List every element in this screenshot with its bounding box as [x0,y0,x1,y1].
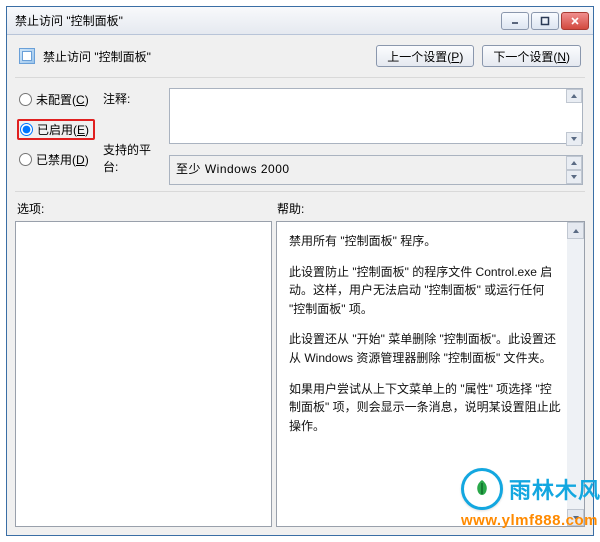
scroll-track[interactable] [567,239,584,509]
settings-section: 未配置(C) 已启用(E) 已禁用(D) 注释: 支持的平台: [15,78,585,192]
minimize-button[interactable] [501,12,529,30]
help-scrollbar[interactable] [567,222,584,526]
policy-editor-window: 禁止访问 "控制面板" 禁止访问 "控制面板" 上一个设置(P) 下一个设置(N… [6,6,594,536]
lower-section: 选项: 帮助: 禁用所有 "控制面板" 程序。 此设置防止 "控制面板" 的程序… [15,192,585,527]
maximize-icon [540,16,550,26]
scroll-up-icon[interactable] [566,89,582,103]
comment-label: 注释: [103,90,161,107]
help-paragraph: 此设置防止 "控制面板" 的程序文件 Control.exe 启动。这样，用户无… [289,263,562,319]
minimize-icon [510,16,520,26]
comment-scrollbar[interactable] [566,89,582,146]
close-button[interactable] [561,12,589,30]
previous-setting-button[interactable]: 上一个设置(P) [376,45,474,67]
radio-enabled[interactable]: 已启用(E) [17,119,95,140]
lower-labels: 选项: 帮助: [15,200,585,221]
help-paragraph: 禁用所有 "控制面板" 程序。 [289,232,562,251]
fields-col: 至少 Windows 2000 [169,88,583,185]
next-setting-button[interactable]: 下一个设置(N) [482,45,581,67]
scroll-down-icon[interactable] [566,132,582,146]
radio-disabled[interactable]: 已禁用(D) [17,150,95,169]
help-panel: 禁用所有 "控制面板" 程序。 此设置防止 "控制面板" 的程序文件 Contr… [276,221,585,527]
comment-wrap [169,88,583,147]
field-labels-col: 注释: 支持的平台: [103,88,161,185]
scroll-up-icon[interactable] [566,156,582,170]
supported-scrollbar[interactable] [566,156,582,184]
window-title: 禁止访问 "控制面板" [15,12,501,29]
help-paragraph: 如果用户尝试从上下文菜单上的 "属性" 项选择 "控制面板" 项，则会显示一条消… [289,380,562,436]
radio-enabled-input[interactable] [20,123,33,136]
radio-not-configured-input[interactable] [19,93,32,106]
help-text: 禁用所有 "控制面板" 程序。 此设置防止 "控制面板" 的程序文件 Contr… [277,222,584,457]
close-icon [570,16,580,26]
options-panel [15,221,272,527]
maximize-button[interactable] [531,12,559,30]
titlebar: 禁止访问 "控制面板" [7,7,593,35]
help-paragraph: 此设置还从 "开始" 菜单删除 "控制面板"。此设置还从 Windows 资源管… [289,330,562,367]
options-label: 选项: [17,200,277,217]
scroll-down-icon[interactable] [566,170,582,184]
supported-field: 至少 Windows 2000 [169,155,583,185]
window-controls [501,12,589,30]
help-label: 帮助: [277,200,304,217]
supported-wrap: 至少 Windows 2000 [169,155,583,185]
policy-title: 禁止访问 "控制面板" [43,48,368,65]
header-row: 禁止访问 "控制面板" 上一个设置(P) 下一个设置(N) [15,41,585,78]
radio-disabled-input[interactable] [19,153,32,166]
scroll-up-icon[interactable] [567,222,584,239]
scroll-down-icon[interactable] [567,509,584,526]
state-radios: 未配置(C) 已启用(E) 已禁用(D) [17,88,95,185]
radio-not-configured[interactable]: 未配置(C) [17,90,95,109]
comment-textarea[interactable] [169,88,583,144]
content-area: 禁止访问 "控制面板" 上一个设置(P) 下一个设置(N) 未配置(C) 已启用… [7,35,593,535]
supported-value: 至少 Windows 2000 [176,162,290,176]
supported-label: 支持的平台: [103,141,161,185]
lower-panels: 禁用所有 "控制面板" 程序。 此设置防止 "控制面板" 的程序文件 Contr… [15,221,585,527]
policy-icon [19,48,35,64]
